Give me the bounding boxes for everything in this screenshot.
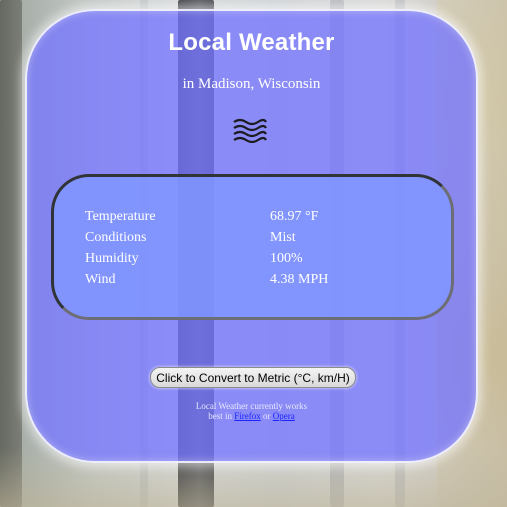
weather-widget: Local Weather in Madison, Wisconsin Temp… xyxy=(25,9,478,463)
reading-value: Mist xyxy=(270,230,296,245)
reading-label: Humidity xyxy=(85,251,139,266)
reading-row-conditions: Conditions Mist xyxy=(85,230,445,251)
reading-row-temperature: Temperature 68.97 °F xyxy=(85,209,445,230)
firefox-link[interactable]: Firefox xyxy=(234,411,261,421)
reading-value: 68.97 °F xyxy=(270,209,319,224)
readings-panel: Temperature 68.97 °F Conditions Mist Hum… xyxy=(51,174,454,320)
reading-value: 100% xyxy=(270,251,303,266)
tree-trunk xyxy=(0,0,22,507)
browser-note-prefix: best in xyxy=(208,411,232,421)
opera-link[interactable]: Opera xyxy=(273,411,295,421)
reading-row-wind: Wind 4.38 MPH xyxy=(85,272,445,293)
browser-note-line2: best in Firefox or Opera xyxy=(27,411,476,421)
mist-waves-icon xyxy=(233,118,267,143)
reading-row-humidity: Humidity 100% xyxy=(85,251,445,272)
browser-note-or: or xyxy=(263,411,271,421)
widget-title: Local Weather xyxy=(168,29,335,56)
convert-to-metric-button[interactable]: Click to Convert to Metric (°C, km/H) xyxy=(150,367,356,388)
browser-note: Local Weather currently works best in Fi… xyxy=(27,401,476,421)
reading-label: Conditions xyxy=(85,230,147,245)
location-label: in Madison, Wisconsin xyxy=(182,76,321,92)
reading-label: Wind xyxy=(85,272,116,287)
reading-value: 4.38 MPH xyxy=(270,272,329,287)
browser-note-line1: Local Weather currently works xyxy=(195,401,308,411)
reading-label: Temperature xyxy=(85,209,156,224)
